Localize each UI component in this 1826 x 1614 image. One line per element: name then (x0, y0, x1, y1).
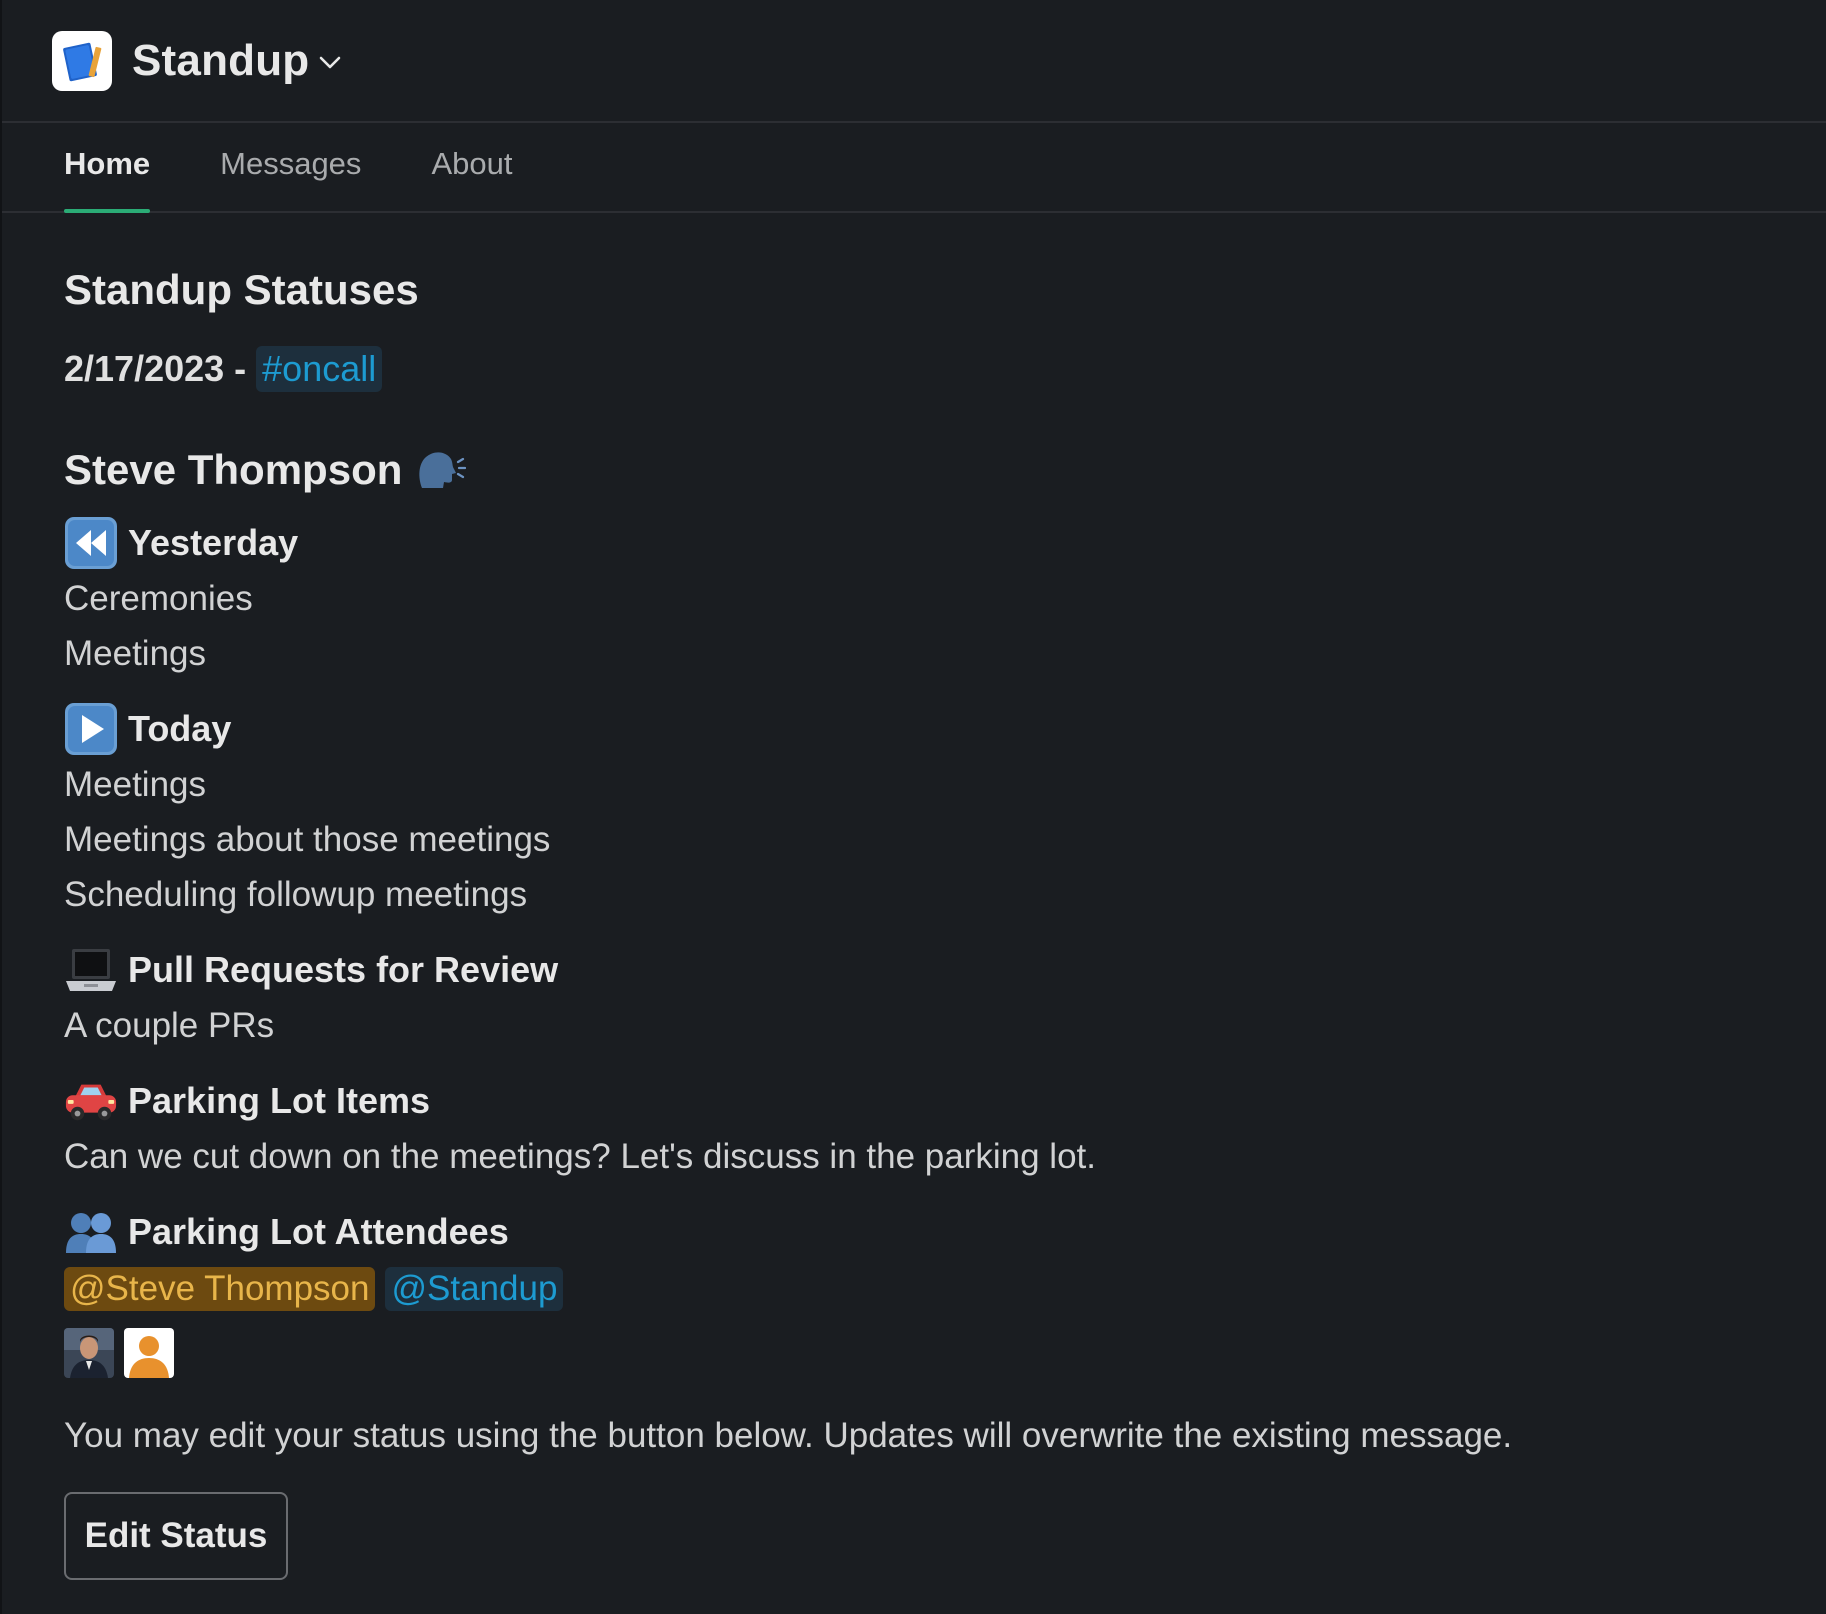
list-item: Scheduling followup meetings (64, 875, 528, 914)
edit-note: You may edit your status using the butto… (64, 1416, 1513, 1455)
list-item: A couple PRs (64, 1006, 275, 1045)
user-mention[interactable]: @Steve Thompson (64, 1267, 376, 1311)
pull-requests-heading-label: Pull Requests for Review (128, 949, 559, 990)
tab-messages[interactable]: Messages (220, 123, 361, 211)
attendees-heading: Parking Lot Attendees (64, 1204, 1764, 1260)
channel-link[interactable]: #oncall (256, 346, 383, 392)
standup-date: 2/17/2023 - (64, 348, 247, 389)
tab-about[interactable]: About (431, 123, 512, 211)
people-icon (64, 1205, 118, 1259)
user-name: Steve Thompson (64, 446, 403, 493)
app-title[interactable]: Standup (132, 36, 309, 86)
car-icon (64, 1074, 118, 1128)
pull-requests-heading: Pull Requests for Review (64, 942, 1764, 998)
attendees-section: Parking Lot Attendees @Steve Thompson @S… (64, 1204, 1764, 1378)
avatar[interactable] (64, 1328, 114, 1378)
speaking-head-icon (419, 452, 467, 488)
chevron-down-icon[interactable] (319, 56, 341, 70)
parking-lot-heading-label: Parking Lot Items (128, 1080, 431, 1121)
parking-lot-heading: Parking Lot Items (64, 1073, 1764, 1129)
app-home-window: Standup Home Messages About Standup Stat… (0, 0, 1826, 1614)
list-item: Can we cut down on the meetings? Let's d… (64, 1137, 1096, 1176)
bot-mention[interactable]: @Standup (385, 1267, 564, 1311)
tab-bar: Home Messages About (2, 123, 1826, 213)
list-item: Meetings (64, 634, 207, 673)
user-name-heading: Steve Thompson (64, 443, 1764, 497)
parking-lot-section: Parking Lot Items Can we cut down on the… (64, 1073, 1764, 1184)
laptop-icon (64, 943, 118, 997)
rewind-icon (64, 516, 118, 570)
today-heading-label: Today (128, 708, 232, 749)
app-header: Standup (2, 0, 1826, 123)
edit-status-button[interactable]: Edit Status (64, 1492, 288, 1580)
yesterday-heading-label: Yesterday (128, 522, 299, 563)
tab-home[interactable]: Home (64, 123, 151, 213)
standup-app-icon (52, 30, 112, 91)
play-icon (64, 702, 118, 756)
today-section: Today Meetings Meetings about those meet… (64, 701, 1764, 922)
pull-requests-section: Pull Requests for Review A couple PRs (64, 942, 1764, 1053)
date-channel-line: 2/17/2023 - #oncall (64, 345, 1764, 393)
attendees-heading-label: Parking Lot Attendees (128, 1211, 509, 1252)
yesterday-heading: Yesterday (64, 515, 1764, 571)
list-item: Meetings about those meetings (64, 820, 551, 859)
today-heading: Today (64, 701, 1764, 757)
yesterday-section: Yesterday Ceremonies Meetings (64, 515, 1764, 681)
avatar[interactable] (124, 1328, 174, 1378)
home-content: Standup Statuses 2/17/2023 - #oncall Ste… (2, 269, 1826, 1580)
list-item: Ceremonies (64, 579, 253, 618)
page-title: Standup Statuses (64, 266, 419, 313)
mention-row: @Steve Thompson @Standup (64, 1260, 1764, 1318)
list-item: Meetings (64, 765, 207, 804)
attendee-avatars (64, 1328, 1764, 1378)
